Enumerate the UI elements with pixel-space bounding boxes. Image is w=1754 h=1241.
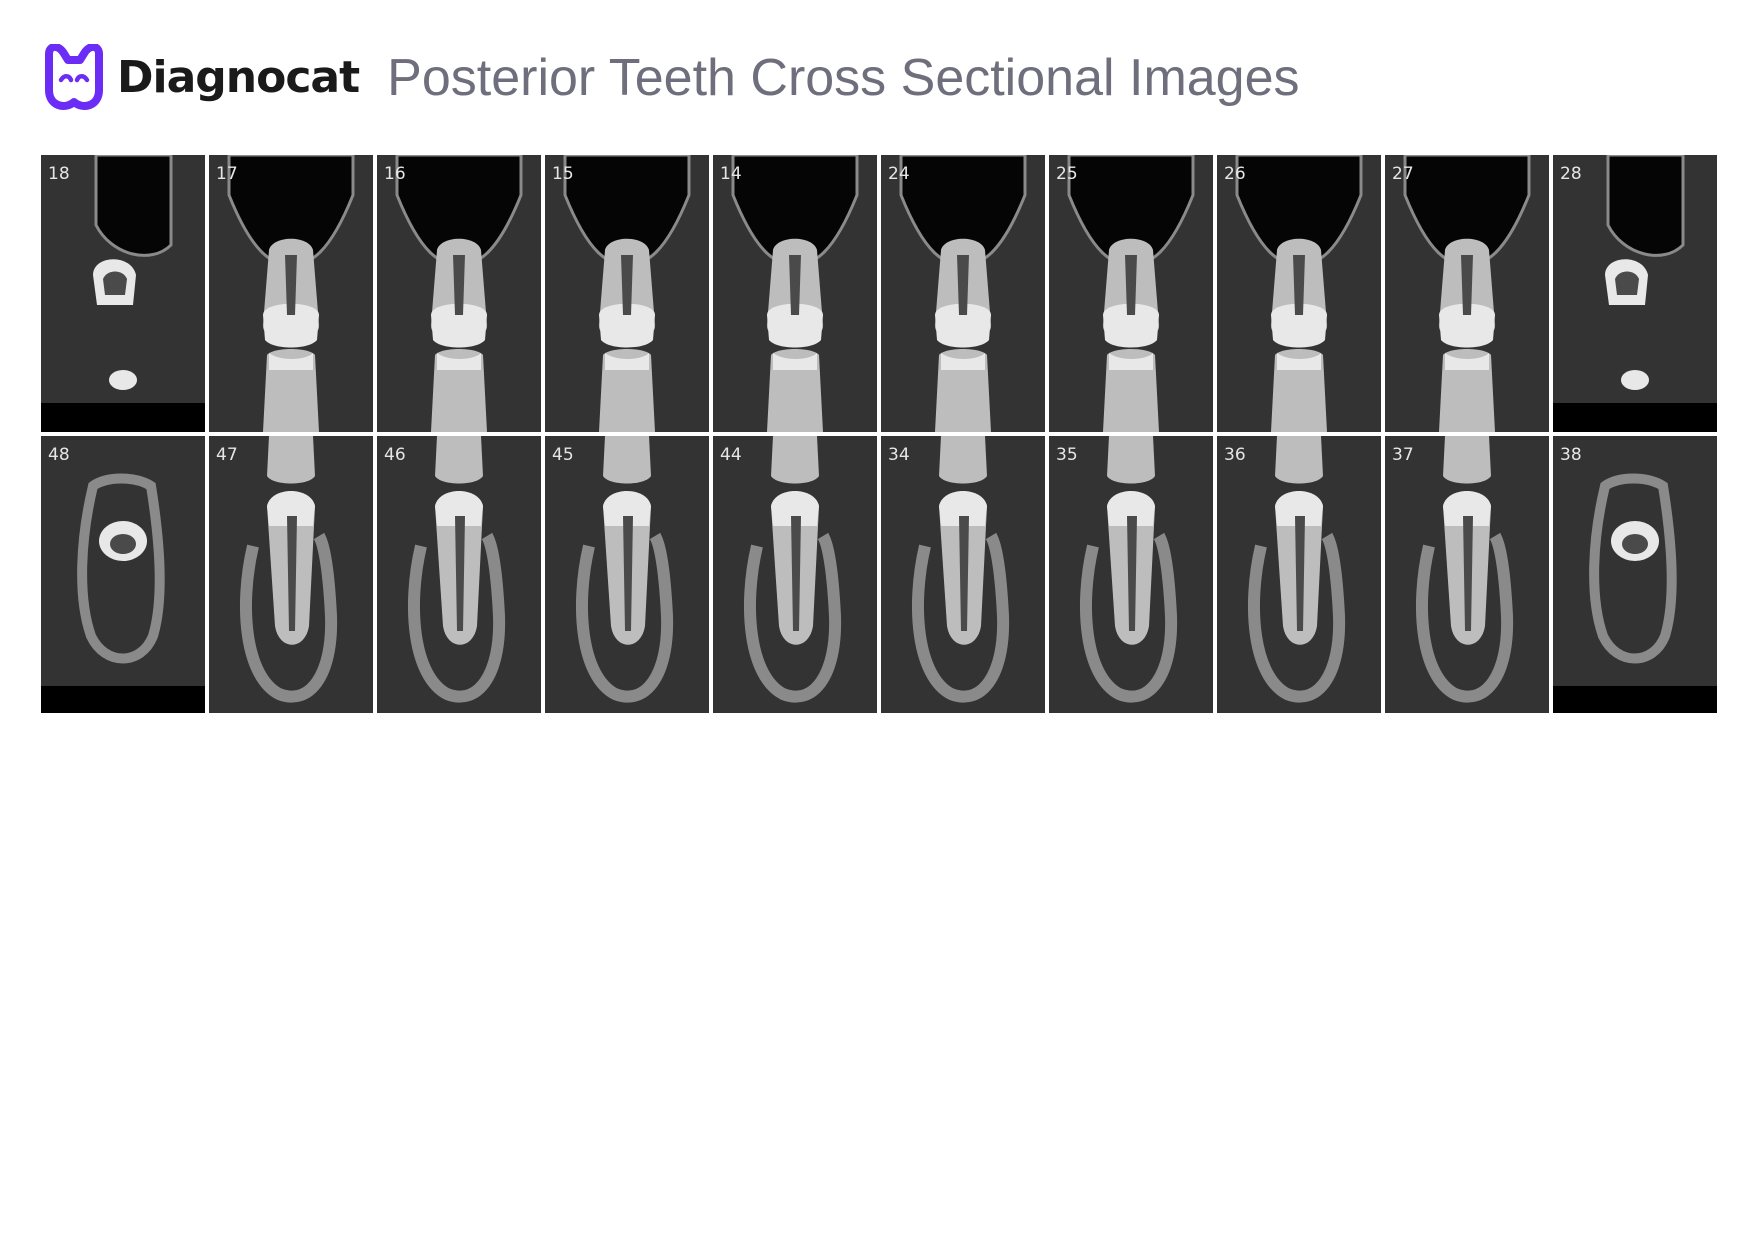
- ct-slice-image: [41, 436, 205, 713]
- ct-slice-image: [545, 436, 709, 713]
- tooth-slice-27[interactable]: 27: [1385, 155, 1549, 432]
- tooth-slice-18[interactable]: 18: [41, 155, 205, 432]
- tooth-slice-14[interactable]: 14: [713, 155, 877, 432]
- tooth-slice-35[interactable]: 35: [1049, 436, 1213, 713]
- tooth-number-label: 34: [888, 445, 910, 465]
- tooth-number-label: 37: [1392, 445, 1414, 465]
- ct-slice-image: [713, 436, 877, 713]
- diagnocat-logo: Diagnocat: [41, 44, 360, 112]
- tooth-slice-16[interactable]: 16: [377, 155, 541, 432]
- ct-slice-image: [377, 436, 541, 713]
- tooth-number-label: 18: [48, 164, 70, 184]
- page-title: Posterior Teeth Cross Sectional Images: [387, 49, 1300, 107]
- tooth-number-label: 38: [1560, 445, 1582, 465]
- ct-slice-image: [377, 155, 541, 432]
- report-header: Diagnocat Posterior Teeth Cross Sectiona…: [41, 44, 1300, 112]
- ct-slice-image: [881, 436, 1045, 713]
- ct-slice-image: [1553, 436, 1717, 713]
- ct-slice-image: [1553, 155, 1717, 432]
- tooth-number-label: 15: [552, 164, 574, 184]
- tooth-number-label: 14: [720, 164, 742, 184]
- tooth-number-label: 17: [216, 164, 238, 184]
- tooth-slice-17[interactable]: 17: [209, 155, 373, 432]
- tooth-slice-36[interactable]: 36: [1217, 436, 1381, 713]
- lower-teeth-row: 48 47 46 45 44 34 35 36 37 38: [41, 436, 1718, 713]
- tooth-slice-48[interactable]: 48: [41, 436, 205, 713]
- ct-slice-image: [1385, 155, 1549, 432]
- tooth-slice-24[interactable]: 24: [881, 155, 1045, 432]
- ct-slice-image: [41, 155, 205, 432]
- ct-slice-image: [1217, 155, 1381, 432]
- tooth-number-label: 26: [1224, 164, 1246, 184]
- tooth-number-label: 45: [552, 445, 574, 465]
- ct-slice-image: [209, 436, 373, 713]
- tooth-slice-37[interactable]: 37: [1385, 436, 1549, 713]
- ct-slice-image: [1049, 155, 1213, 432]
- tooth-number-label: 35: [1056, 445, 1078, 465]
- cross-section-grid: 18 17 16 15 14 24 25 26 27 28 48 47 46 45 44 34 35 36 37 3…: [41, 155, 1718, 717]
- tooth-slice-38[interactable]: 38: [1553, 436, 1717, 713]
- tooth-number-label: 28: [1560, 164, 1582, 184]
- ct-slice-image: [881, 155, 1045, 432]
- tooth-slice-46[interactable]: 46: [377, 436, 541, 713]
- ct-slice-image: [1049, 436, 1213, 713]
- ct-slice-image: [1385, 436, 1549, 713]
- tooth-number-label: 36: [1224, 445, 1246, 465]
- tooth-slice-34[interactable]: 34: [881, 436, 1045, 713]
- tooth-slice-47[interactable]: 47: [209, 436, 373, 713]
- ct-slice-image: [545, 155, 709, 432]
- ct-slice-image: [209, 155, 373, 432]
- tooth-number-label: 25: [1056, 164, 1078, 184]
- tooth-number-label: 46: [384, 445, 406, 465]
- tooth-slice-25[interactable]: 25: [1049, 155, 1213, 432]
- tooth-slice-28[interactable]: 28: [1553, 155, 1717, 432]
- tooth-number-label: 24: [888, 164, 910, 184]
- upper-teeth-row: 18 17 16 15 14 24 25 26 27 28: [41, 155, 1718, 432]
- brand-name: Diagnocat: [117, 52, 360, 103]
- tooth-slice-26[interactable]: 26: [1217, 155, 1381, 432]
- tooth-number-label: 27: [1392, 164, 1414, 184]
- tooth-number-label: 44: [720, 445, 742, 465]
- tooth-number-label: 47: [216, 445, 238, 465]
- tooth-slice-45[interactable]: 45: [545, 436, 709, 713]
- tooth-number-label: 16: [384, 164, 406, 184]
- ct-slice-image: [713, 155, 877, 432]
- diagnocat-cat-icon: [45, 44, 103, 110]
- tooth-slice-44[interactable]: 44: [713, 436, 877, 713]
- tooth-slice-15[interactable]: 15: [545, 155, 709, 432]
- tooth-number-label: 48: [48, 445, 70, 465]
- ct-slice-image: [1217, 436, 1381, 713]
